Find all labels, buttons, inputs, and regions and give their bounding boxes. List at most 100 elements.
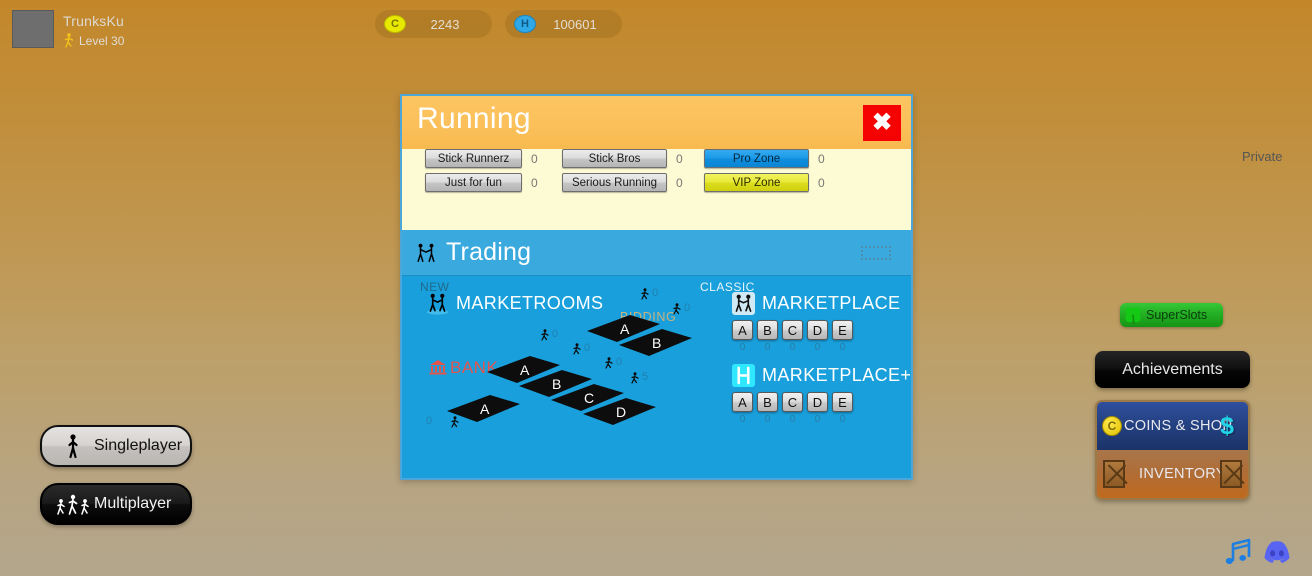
room-count: 0 [676, 151, 683, 166]
room-serious-running[interactable]: Serious Running [562, 173, 667, 192]
currency-coins[interactable]: C 2243 [375, 10, 492, 38]
handshake-icon [426, 293, 449, 315]
superslots-label: SuperSlots [1146, 308, 1208, 322]
multiplayer-button[interactable]: Multiplayer [40, 483, 192, 525]
dialog-title: Running [417, 102, 531, 135]
room-stick-bros[interactable]: Stick Bros [562, 149, 667, 168]
dollar-icon: $ [1220, 411, 1234, 440]
marketroom-count: 5 [642, 371, 649, 383]
level-label: Level 30 [79, 34, 125, 48]
marketplace-count: 0 [739, 342, 746, 353]
inventory-button[interactable]: INVENTORY [1097, 450, 1248, 498]
room-stick-runnerz[interactable]: Stick Runnerz [425, 149, 522, 168]
marketroom-count: 0 [584, 342, 591, 354]
marketplace-count: 0 [839, 342, 846, 353]
music-icon[interactable] [1222, 536, 1252, 568]
svg-text:B: B [552, 376, 561, 392]
achievements-button[interactable]: Achievements [1095, 351, 1250, 388]
singleplayer-label: Singleplayer [94, 437, 183, 454]
currency-gems[interactable]: H 100601 [505, 10, 622, 38]
room-just-for-fun[interactable]: Just for fun [425, 173, 522, 192]
coin-icon: C [384, 15, 406, 33]
marketplace-keys: A B C D E [732, 320, 853, 340]
crate-icon [1103, 460, 1125, 488]
marketplace-plus-key-b[interactable]: B [757, 392, 778, 412]
room-pro-zone[interactable]: Pro Zone [704, 149, 809, 168]
top-bar: TrunksKu Level 30 C 2243 H 100601 [0, 0, 1312, 52]
marketroom-count: 0 [616, 356, 623, 368]
trading-panel: Trading NEW MARKETROOMS BIDDING BANK A A… [402, 230, 911, 478]
room-count: 0 [818, 175, 825, 190]
runner-icon [573, 343, 581, 355]
runner-icon [64, 33, 74, 48]
marketplace-plus-key-c[interactable]: C [782, 392, 803, 412]
crate-icon [1220, 460, 1242, 488]
inventory-label: INVENTORY [1139, 466, 1226, 482]
trading-header: Trading [402, 230, 911, 276]
gem-icon: H [514, 15, 536, 33]
private-label: Private [1242, 149, 1283, 164]
multi-runner-icon [57, 494, 89, 515]
close-icon: ✖ [871, 109, 893, 136]
shop-panel: C COINS & SHOP $ INVENTORY [1095, 400, 1250, 500]
svg-text:A: A [620, 321, 630, 337]
singleplayer-button[interactable]: Singleplayer [40, 425, 192, 467]
bank-label: BANK [450, 358, 499, 377]
dialog-header: Running ✖ [402, 96, 911, 149]
gem-value: 100601 [553, 16, 597, 32]
room-vip-zone[interactable]: VIP Zone [704, 173, 809, 192]
runner-icon [605, 357, 613, 369]
avatar[interactable] [12, 10, 54, 48]
marketplace-plus-count: 0 [814, 414, 821, 425]
coins-shop-label: COINS & SHOP [1124, 418, 1233, 434]
marketplace-count: 0 [764, 342, 771, 353]
room-count: 0 [531, 175, 538, 190]
marketrooms-header: MARKETROOMS [426, 292, 603, 315]
runner-icon [451, 416, 459, 428]
rooms-area: Private Stick Runnerz 0 Just for fun 0 S… [402, 149, 1282, 230]
marketplace-plus-key-d[interactable]: D [807, 392, 828, 412]
marketroom-count: 0 [652, 287, 659, 299]
svg-text:D: D [616, 404, 626, 420]
marketplace-plus-count: 0 [839, 414, 846, 425]
marketroom-count: 0 [426, 415, 433, 427]
marketplace-plus-counts: 0 0 0 0 0 [732, 414, 853, 425]
achievements-label: Achievements [1122, 360, 1223, 378]
marketplace-plus-key-a[interactable]: A [732, 392, 753, 412]
trading-body: NEW MARKETROOMS BIDDING BANK A A B C D A… [402, 276, 911, 478]
marketplace-key-d[interactable]: D [807, 320, 828, 340]
marketplace-plus-count: 0 [764, 414, 771, 425]
handshake-icon [732, 292, 755, 315]
marketplace-plus-keys: A B C D E [732, 392, 853, 412]
marketplace-plus-label: MARKETPLACE+ [762, 365, 912, 385]
marketplace-counts: 0 0 0 0 0 [732, 342, 853, 353]
marketplace-plus-count: 0 [739, 414, 746, 425]
multiplayer-label: Multiplayer [94, 495, 172, 512]
player-level: Level 30 [63, 33, 124, 49]
coins-and-shop-button[interactable]: C COINS & SHOP $ [1097, 402, 1248, 450]
runner-icon [641, 288, 649, 300]
coin-icon: C [1102, 416, 1122, 436]
discord-icon[interactable] [1260, 538, 1294, 568]
marketplace-key-c[interactable]: C [782, 320, 803, 340]
single-runner-icon [68, 434, 78, 459]
runner-icon [631, 372, 639, 384]
marketplace-key-e[interactable]: E [832, 320, 853, 340]
superslots-button[interactable]: SuperSlots [1120, 303, 1223, 327]
running-dialog: Running ✖ Private Stick Runnerz 0 Just f… [400, 94, 1282, 480]
marketplace-count: 0 [789, 342, 796, 353]
room-count: 0 [531, 151, 538, 166]
close-button[interactable]: ✖ [863, 105, 901, 141]
coin-value: 2243 [430, 16, 460, 32]
runner-icon [673, 303, 681, 315]
resize-handle-icon[interactable] [861, 246, 891, 260]
marketplace-key-a[interactable]: A [732, 320, 753, 340]
marketroom-count: 0 [552, 328, 559, 340]
marketplace-key-b[interactable]: B [757, 320, 778, 340]
marketplace-label: MARKETPLACE [762, 293, 901, 313]
marketplace-count: 0 [814, 342, 821, 353]
runner-icon [541, 329, 549, 341]
marketplace-header: MARKETPLACE [732, 292, 900, 315]
clover-icon [1125, 307, 1141, 325]
marketplace-plus-key-e[interactable]: E [832, 392, 853, 412]
